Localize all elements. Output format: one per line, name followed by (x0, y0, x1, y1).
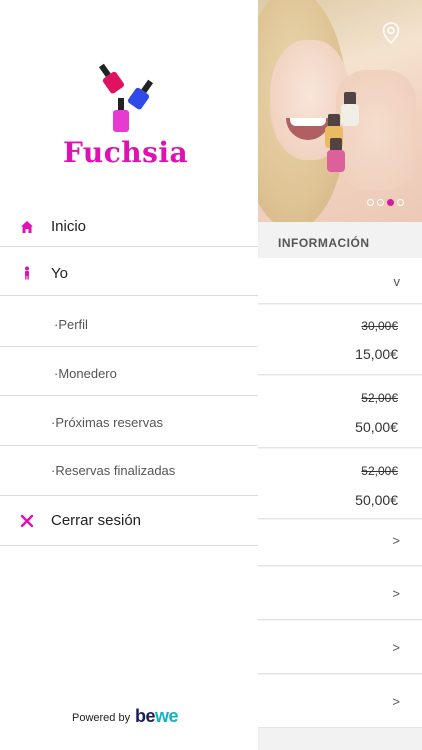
carousel-dot[interactable] (367, 199, 374, 206)
list-row[interactable]: > (258, 520, 422, 566)
carousel-dot[interactable] (377, 199, 384, 206)
home-icon (21, 221, 33, 233)
menu-label: Yo (51, 265, 68, 282)
brand-name: Fuchsia (63, 136, 189, 169)
chevron-right-icon[interactable]: > (392, 533, 400, 548)
menu-item-inicio[interactable]: Inicio (0, 206, 258, 247)
menu-label: Cerrar sesión (51, 512, 142, 529)
new-price: 15,00€ (355, 346, 398, 362)
section-title: INFORMACIÓN (258, 222, 422, 258)
carousel-dot-active[interactable] (387, 199, 394, 206)
price-row[interactable]: 52,00€ 50,00€ (258, 449, 422, 519)
hero-photo[interactable] (258, 0, 422, 222)
menu-item-monedero[interactable]: ·Monedero (0, 348, 258, 396)
new-price: 50,00€ (355, 419, 398, 435)
person-icon (25, 266, 29, 280)
price-row[interactable]: 52,00€ 50,00€ (258, 376, 422, 448)
menu-item-yo[interactable]: Yo (0, 248, 258, 296)
bewe-logo-part1: be (135, 706, 156, 726)
collapse-row[interactable]: v (258, 258, 422, 304)
menu-item-reservas-finalizadas[interactable]: ·Reservas finalizadas (0, 447, 258, 496)
submenu-label: ·Monedero (54, 366, 117, 381)
chevron-right-icon[interactable]: > (392, 694, 400, 709)
menu-item-perfil[interactable]: ·Perfil (0, 297, 258, 347)
carousel-dot[interactable] (397, 199, 404, 206)
carousel-dots[interactable] (367, 199, 404, 206)
new-price: 50,00€ (355, 492, 398, 508)
submenu-label: ·Próximas reservas (51, 415, 163, 430)
close-icon (20, 514, 34, 528)
menu-label: Inicio (51, 218, 87, 235)
chevron-down-icon[interactable]: v (394, 274, 401, 289)
price-row[interactable]: 30,00€ 15,00€ (258, 305, 422, 375)
navigation-drawer: Fuchsia Inicio Yo ·Perfil ·Monedero ·Pró… (0, 0, 258, 750)
bewe-logo[interactable]: bewe (135, 706, 179, 727)
list-row[interactable]: > (258, 675, 422, 728)
old-price: 30,00€ (361, 319, 398, 333)
old-price: 52,00€ (361, 464, 398, 478)
powered-by-label: Powered by (72, 712, 131, 724)
background-screen: INFORMACIÓN v 30,00€ 15,00€ 52,00€ 50,00… (258, 0, 422, 750)
list-row[interactable]: > (258, 567, 422, 620)
old-price: 52,00€ (361, 391, 398, 405)
submenu-label: ·Perfil (54, 317, 88, 332)
list-row[interactable]: > (258, 621, 422, 674)
chevron-right-icon[interactable]: > (392, 586, 400, 601)
menu-item-proximas-reservas[interactable]: ·Próximas reservas (0, 397, 258, 446)
menu-item-cerrar-sesion[interactable]: Cerrar sesión (0, 497, 258, 546)
chevron-right-icon[interactable]: > (392, 640, 400, 655)
submenu-label: ·Reservas finalizadas (51, 463, 176, 478)
bewe-logo-part2: we (155, 706, 179, 726)
location-pin-icon[interactable] (382, 22, 400, 44)
